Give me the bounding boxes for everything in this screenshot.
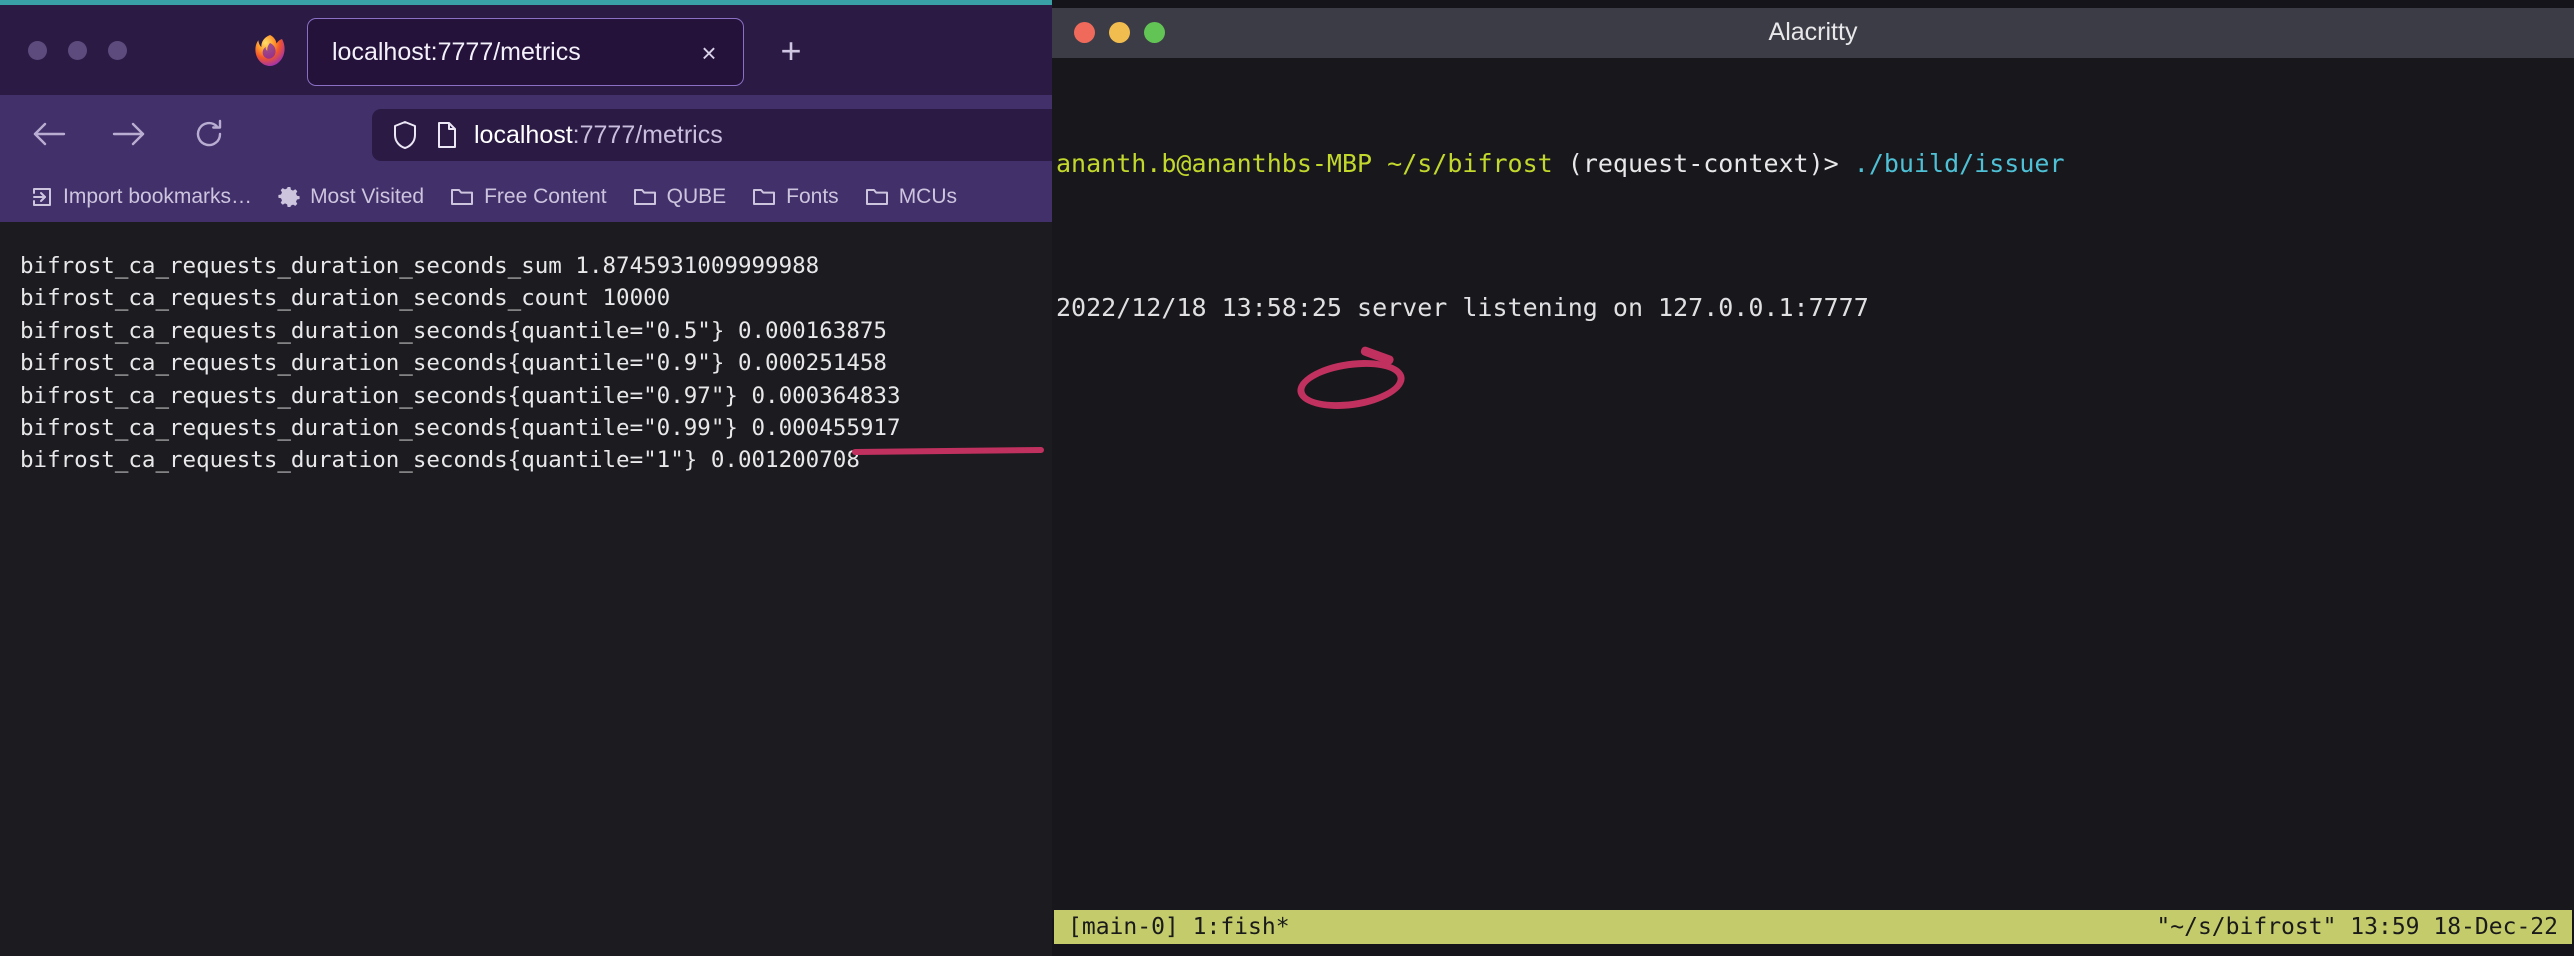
url-host: localhost — [474, 120, 573, 149]
metric-line: bifrost_ca_requests_duration_seconds_cou… — [20, 285, 671, 312]
bookmark-label: MCUs — [898, 185, 958, 208]
sep3 — [1839, 149, 1854, 178]
bookmark-label: QUBE — [666, 185, 727, 208]
terminal-line-prompt-1: ananth.b@ananthbs-MBP ~/s/bifrost (reque… — [1056, 146, 2574, 182]
bookmark-most-visited[interactable]: Most Visited — [265, 177, 437, 217]
metrics-page-content: bifrost_ca_requests_duration_seconds_sum… — [0, 222, 1052, 956]
page-document-icon — [436, 121, 458, 149]
bookmark-label: Most Visited — [310, 185, 425, 208]
bookmark-free-content[interactable]: Free Content — [437, 177, 620, 217]
screenshot-root: localhost:7777/metrics × + localhost:777… — [0, 0, 2574, 956]
terminal-output[interactable]: ananth.b@ananthbs-MBP ~/s/bifrost (reque… — [1052, 58, 2574, 918]
firefox-browser-window: localhost:7777/metrics × + localhost:777… — [0, 0, 1052, 956]
new-tab-button[interactable]: + — [772, 32, 810, 70]
bookmarks-bar: Import bookmarks… Most Visited Free Cont… — [0, 172, 1052, 222]
browser-tab-bar: localhost:7777/metrics × + — [0, 5, 1052, 95]
address-bar[interactable]: localhost:7777/metrics — [372, 109, 1052, 161]
metric-line: bifrost_ca_requests_duration_seconds{qua… — [20, 350, 887, 377]
tab-close-icon[interactable]: × — [693, 37, 725, 69]
arrow-right-icon[interactable] — [108, 113, 150, 155]
terminal-title-bar: Alacritty — [1052, 8, 2574, 58]
metric-line: bifrost_ca_requests_duration_seconds{qua… — [20, 415, 901, 442]
shield-icon — [392, 120, 418, 150]
sep2 — [1553, 149, 1568, 178]
arrow-left-icon[interactable] — [28, 113, 70, 155]
prompt-path: ~/s/bifrost — [1387, 149, 1553, 178]
terminal-line-server-log: 2022/12/18 13:58:25 server listening on … — [1056, 293, 1869, 322]
metric-line: bifrost_ca_requests_duration_seconds_sum… — [20, 253, 820, 279]
alacritty-terminal-window: Alacritty ananth.b@ananthbs-MBP ~/s/bifr… — [1052, 0, 2574, 956]
url-path: :7777/metrics — [572, 120, 723, 149]
browser-nav-bar: localhost:7777/metrics — [0, 95, 1052, 172]
prompt-user: ananth.b@ananthbs-MBP — [1056, 149, 1373, 178]
browser-window-controls[interactable] — [28, 41, 127, 60]
address-bar-url: localhost:7777/metrics — [474, 121, 723, 150]
metric-line: bifrost_ca_requests_duration_seconds{qua… — [20, 382, 901, 409]
terminal-title: Alacritty — [1768, 18, 1858, 46]
command-text: ./build/issuer — [1853, 149, 2065, 178]
reload-icon[interactable] — [188, 113, 230, 155]
bookmark-qube[interactable]: QUBE — [620, 177, 740, 217]
browser-tab-active[interactable]: localhost:7777/metrics × — [307, 18, 744, 86]
tab-title: localhost:7777/metrics — [332, 37, 581, 66]
firefox-logo-icon — [252, 33, 288, 69]
sep — [1372, 149, 1387, 178]
status-path-time: "~/s/bifrost" 13:59 18-Dec-22 — [2156, 914, 2558, 940]
bookmark-mcus[interactable]: MCUs — [852, 177, 970, 217]
window-close-button[interactable] — [28, 41, 47, 60]
bookmark-label: Import bookmarks… — [63, 185, 253, 208]
bookmark-fonts[interactable]: Fonts — [739, 177, 852, 217]
bookmark-label: Fonts — [786, 185, 839, 208]
metric-line: bifrost_ca_requests_duration_seconds{qua… — [20, 317, 887, 344]
window-maximize-button[interactable] — [108, 41, 127, 60]
bookmark-import-bookmarks[interactable]: Import bookmarks… — [18, 177, 265, 217]
status-session: [main-0] 1:fish* — [1068, 914, 1290, 940]
prompt-branch: (request-context)> — [1567, 149, 1839, 178]
bookmark-label: Free Content — [484, 185, 607, 208]
window-minimize-button[interactable] — [68, 41, 87, 60]
terminal-status-bar: [main-0] 1:fish* "~/s/bifrost" 13:59 18-… — [1054, 910, 2572, 944]
